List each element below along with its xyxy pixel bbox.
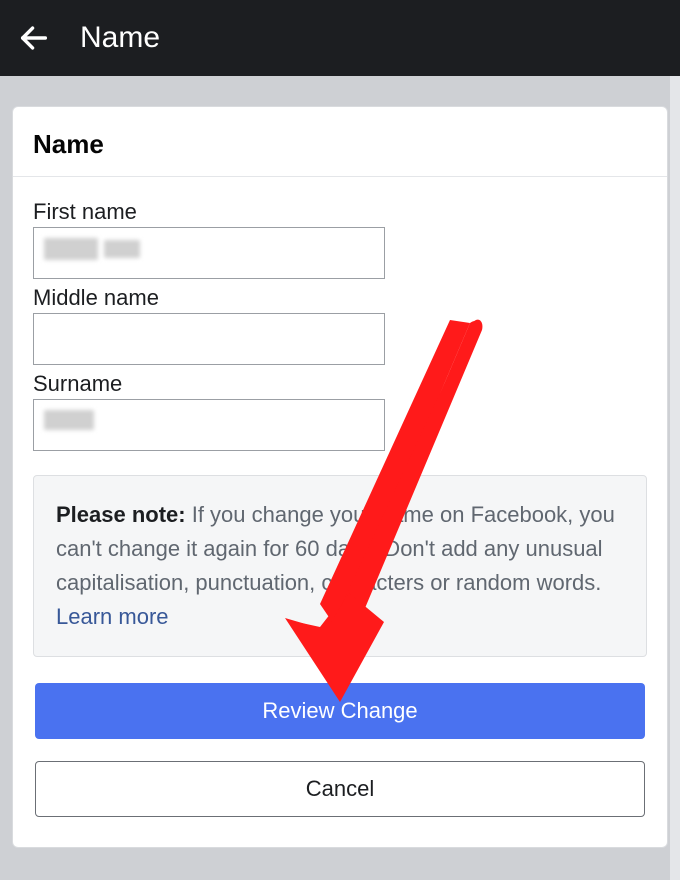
button-row: Review Change Cancel bbox=[13, 665, 667, 847]
learn-more-link[interactable]: Learn more bbox=[56, 604, 169, 629]
back-button[interactable] bbox=[6, 10, 62, 66]
name-card: Name First name Middle name Surname Plea… bbox=[12, 106, 668, 848]
note-box: Please note: If you change your name on … bbox=[33, 475, 647, 657]
surname-input[interactable] bbox=[33, 399, 385, 451]
card-body: First name Middle name Surname Please no… bbox=[13, 177, 667, 665]
note-prefix: Please note: bbox=[56, 502, 186, 527]
topbar: Name bbox=[0, 0, 680, 76]
middle-name-input[interactable] bbox=[33, 313, 385, 365]
cancel-button[interactable]: Cancel bbox=[35, 761, 645, 817]
first-name-input[interactable] bbox=[33, 227, 385, 279]
arrow-left-icon bbox=[17, 21, 51, 55]
scrollbar-track[interactable] bbox=[670, 76, 680, 880]
page-title: Name bbox=[80, 21, 160, 55]
card-header: Name bbox=[13, 107, 667, 177]
card-title: Name bbox=[33, 129, 647, 160]
surname-label: Surname bbox=[33, 371, 647, 397]
content-area: Name First name Middle name Surname Plea… bbox=[0, 76, 680, 860]
middle-name-label: Middle name bbox=[33, 285, 647, 311]
review-change-button[interactable]: Review Change bbox=[35, 683, 645, 739]
first-name-label: First name bbox=[33, 199, 647, 225]
